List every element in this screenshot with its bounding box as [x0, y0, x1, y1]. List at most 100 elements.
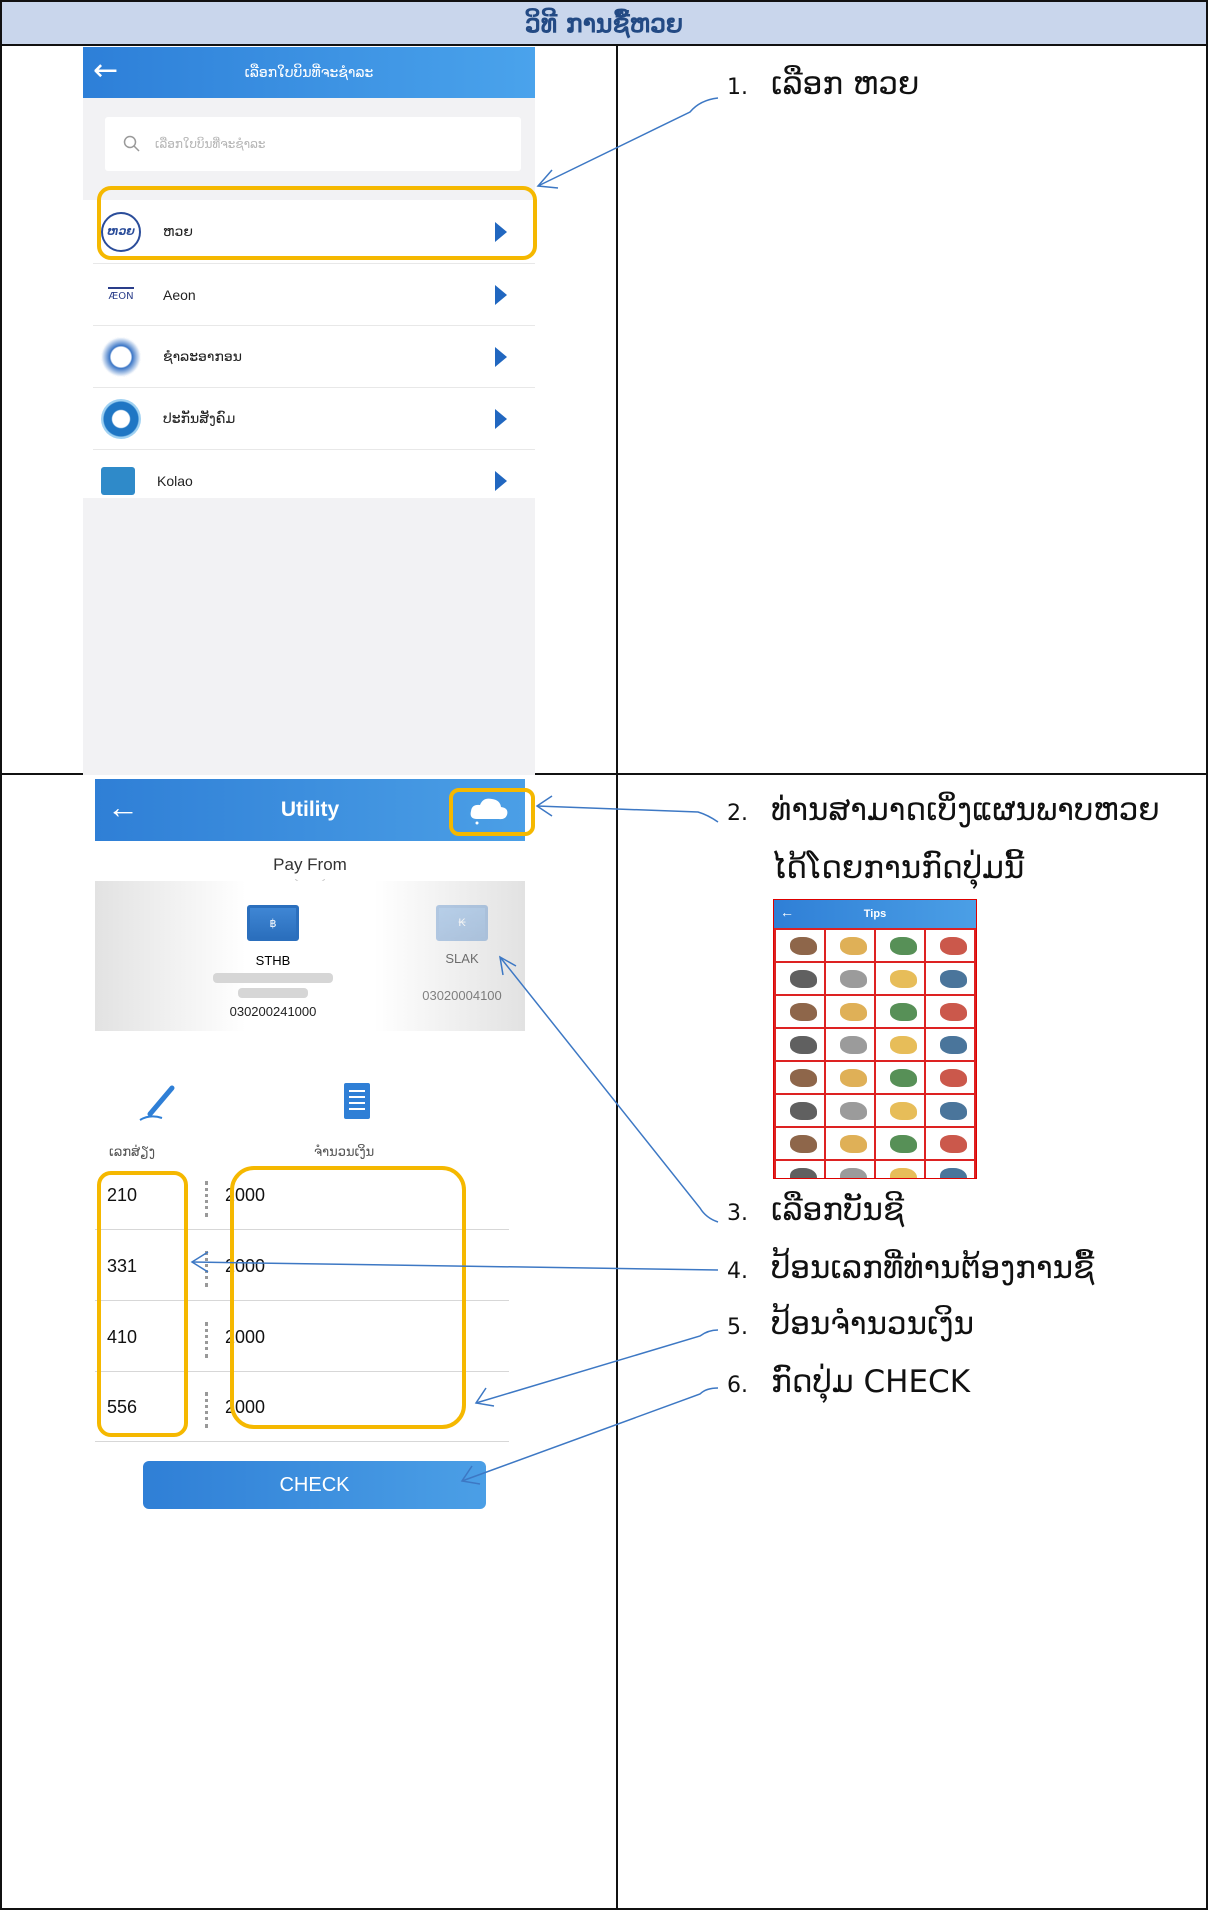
- tips-cell: [926, 930, 974, 961]
- animal-icon: [840, 936, 867, 956]
- account-card-slak[interactable]: ₭ SLAK 03020004100: [407, 905, 517, 1003]
- search-icon: [123, 135, 140, 152]
- bill-select-title: ເລືອກໃບບິນທີ່ຈະຊໍາລະ: [244, 64, 374, 81]
- step-text: ເລືອກ ຫວຍ: [771, 66, 920, 102]
- step-number: 4.: [727, 1259, 748, 1284]
- step-2: 2. ທ່ານສາມາດເບິ່ງແຜນພາບຫວຍ: [727, 792, 1160, 828]
- row-separator: [205, 1181, 208, 1217]
- highlight-lottery-item: [97, 186, 537, 260]
- bill-select-screen: ← ເລືອກໃບບິນທີ່ຈະຊໍາລະ ເລືອກໃບບິນທີ່ຈະຊໍ…: [83, 47, 535, 775]
- animal-icon: [790, 1134, 817, 1154]
- tips-cell: [876, 1128, 924, 1159]
- tax-logo-icon: [101, 336, 141, 377]
- bill-select-header: ← ເລືອກໃບບິນທີ່ຈະຊໍາລະ: [83, 47, 535, 98]
- step-number: 1.: [727, 75, 748, 100]
- animal-icon: [840, 1167, 867, 1178]
- animal-icon: [940, 1002, 967, 1022]
- animal-icon: [840, 1101, 867, 1121]
- account-number: 030200241000: [229, 1004, 317, 1019]
- tips-header: ← Tips: [774, 900, 976, 928]
- column-divider: [616, 46, 618, 1910]
- tips-cell: [926, 1095, 974, 1126]
- column-header-amount: ຈຳນວນເງິນ: [314, 1145, 375, 1160]
- biller-item-tax[interactable]: ຊໍາລະອາກອນ: [93, 326, 535, 388]
- row-separator: [205, 1392, 208, 1428]
- currency-symbol: ₭: [458, 917, 466, 929]
- back-arrow-icon: ←: [780, 904, 794, 920]
- step-text: ປ້ອນຈຳນວນເງິນ: [771, 1306, 975, 1342]
- animal-icon: [890, 969, 917, 989]
- account-number: 03020004100: [422, 988, 502, 1003]
- chevron-right-icon: [495, 408, 507, 429]
- step-text: ກົດປຸ່ມ CHECK: [771, 1364, 971, 1400]
- animal-icon: [790, 936, 817, 956]
- animal-icon: [890, 936, 917, 956]
- account-name: STHB: [255, 953, 291, 968]
- animal-icon: [790, 1167, 817, 1178]
- animal-icon: [840, 1068, 867, 1088]
- animal-icon: [890, 1134, 917, 1154]
- animal-icon: [890, 1167, 917, 1178]
- animal-icon: [940, 1035, 967, 1055]
- highlight-cloud-button: [449, 788, 535, 836]
- step-text: ໄດ້ໂດຍການກົດປຸ່ມນີ້: [771, 850, 1025, 886]
- animal-icon: [940, 1167, 967, 1178]
- back-arrow-icon[interactable]: ←: [107, 789, 139, 825]
- biller-label: Kolao: [157, 473, 193, 489]
- search-placeholder: ເລືອກໃບບິນທີ່ຈະຊໍາລະ: [155, 137, 266, 151]
- animal-icon: [940, 1101, 967, 1121]
- tips-cell: [826, 1062, 874, 1093]
- animal-icon: [940, 969, 967, 989]
- tips-cell: [926, 1029, 974, 1060]
- tips-cell: [776, 1161, 824, 1178]
- account-carousel[interactable]: ฿ STHB 030200241000 ₭ SLAK 03020004100: [95, 881, 525, 1031]
- tips-cell: [876, 963, 924, 994]
- tips-cell: [876, 1161, 924, 1178]
- animal-icon: [940, 936, 967, 956]
- tips-cell: [826, 1161, 874, 1178]
- biller-label: Aeon: [163, 286, 196, 303]
- tips-cell: [776, 1128, 824, 1159]
- step-5: 5. ປ້ອນຈຳນວນເງິນ: [727, 1306, 974, 1342]
- tips-cell: [776, 963, 824, 994]
- search-area: ເລືອກໃບບິນທີ່ຈະຊໍາລະ: [83, 98, 535, 200]
- pay-from-label: Pay From: [273, 855, 347, 874]
- animal-icon: [790, 969, 817, 989]
- animal-icon: [890, 1002, 917, 1022]
- tips-cell: [826, 1095, 874, 1126]
- animal-icon: [840, 969, 867, 989]
- tips-cell: [826, 963, 874, 994]
- chevron-right-icon: [495, 471, 507, 491]
- bank-card-icon: ฿: [247, 905, 299, 941]
- animal-icon: [790, 1035, 817, 1055]
- tips-title: Tips: [863, 908, 887, 920]
- animal-icon: [940, 1134, 967, 1154]
- row-separator: [205, 1322, 208, 1358]
- biller-item-aeon[interactable]: ÆON Aeon: [93, 264, 535, 326]
- row-divider: [95, 1441, 509, 1442]
- animal-icon: [840, 1002, 867, 1022]
- step-number: 2.: [727, 801, 748, 826]
- animal-icon: [890, 1035, 917, 1055]
- tips-cell: [826, 1029, 874, 1060]
- tips-cell: [926, 1062, 974, 1093]
- check-button[interactable]: CHECK: [143, 1461, 486, 1509]
- biller-item-social-security[interactable]: ປະກັນສັງຄົມ: [93, 388, 535, 450]
- account-name: SLAK: [445, 951, 479, 966]
- biller-item-kolao[interactable]: Kolao: [93, 450, 535, 512]
- step-text: ເລືອກບັນຊີ: [771, 1192, 905, 1228]
- highlight-amount-column: [230, 1166, 466, 1429]
- tips-cell: [826, 1128, 874, 1159]
- tips-cell: [776, 996, 824, 1027]
- bill-search-input[interactable]: ເລືອກໃບບິນທີ່ຈະຊໍາລະ: [105, 117, 521, 171]
- pen-icon: [139, 1085, 175, 1121]
- highlight-number-column: [97, 1171, 188, 1437]
- currency-symbol: ฿: [269, 917, 277, 930]
- chevron-right-icon: [495, 346, 507, 367]
- step-1: 1. ເລືອກ ຫວຍ: [727, 66, 919, 102]
- step-text: ປ້ອນເລກທີ່ທ່ານຕ້ອງການຊື້: [771, 1250, 1095, 1286]
- account-card-sthb[interactable]: ฿ STHB 030200241000: [213, 905, 333, 1019]
- back-arrow-icon[interactable]: ←: [93, 53, 118, 89]
- utility-title: Utility: [280, 798, 340, 821]
- animal-icon: [840, 1134, 867, 1154]
